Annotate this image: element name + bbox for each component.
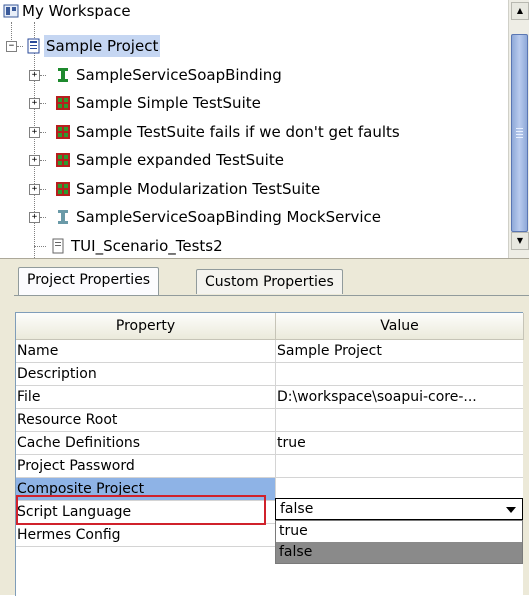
workspace-icon <box>3 4 19 18</box>
tree-item-testsuite[interactable]: + Sample TestSuite fails if we don't get… <box>0 121 500 143</box>
property-name: Composite Project <box>16 478 276 501</box>
scroll-down-button[interactable]: ▼ <box>511 232 529 250</box>
scroll-up-button[interactable]: ▲ <box>511 2 529 20</box>
property-value[interactable] <box>276 409 523 432</box>
property-name: Cache Definitions <box>16 432 276 455</box>
testsuite-icon <box>56 96 70 110</box>
tree-item-testsuite[interactable]: + Sample Modularization TestSuite <box>0 178 500 200</box>
table-row[interactable]: Resource Root <box>16 409 523 432</box>
property-value[interactable]: true <box>276 432 523 455</box>
tree-item-label: SampleServiceSoapBinding MockService <box>76 208 382 226</box>
table-row[interactable]: Name Sample Project <box>16 340 523 363</box>
tree-connector <box>40 189 46 190</box>
document-icon <box>52 238 64 254</box>
property-name: Name <box>16 340 276 363</box>
tree-connector <box>40 75 46 76</box>
table-row[interactable]: File D:\workspace\soapui-core-... <box>16 386 523 409</box>
tree-item-label: Sample Modularization TestSuite <box>76 180 321 198</box>
tree-item-mockservice[interactable]: + SampleServiceSoapBinding MockService <box>0 206 500 228</box>
tree-connector <box>40 103 46 104</box>
tree-connector <box>40 160 46 161</box>
select-dropdown-list: true false <box>275 520 523 564</box>
expand-icon[interactable]: + <box>29 155 40 166</box>
property-value[interactable] <box>276 455 523 478</box>
expand-icon[interactable]: + <box>29 212 40 223</box>
expand-icon[interactable]: + <box>29 70 40 81</box>
chevron-down-icon[interactable] <box>506 507 516 513</box>
tab-project-properties[interactable]: Project Properties <box>18 267 160 295</box>
tree-item-sample-project[interactable]: − Sample Project <box>0 35 300 57</box>
tree-item-workspace[interactable]: My Workspace <box>0 0 300 22</box>
property-name: Resource Root <box>16 409 276 432</box>
tree-item-label: Sample Project <box>44 35 161 57</box>
column-header-value[interactable]: Value <box>276 313 524 340</box>
testsuite-icon <box>56 182 70 196</box>
tree-scrollbar[interactable]: ▲ ▼ <box>508 0 529 258</box>
property-value[interactable] <box>276 363 523 386</box>
tree-item-document[interactable]: TUI_Scenario_Tests2 <box>0 235 500 257</box>
tree-item-label: My Workspace <box>22 2 131 20</box>
project-icon <box>27 38 40 54</box>
navigator-tree: My Workspace − Sample Project + SampleSe… <box>0 0 508 258</box>
property-value[interactable]: Sample Project <box>276 340 523 363</box>
expand-icon[interactable]: + <box>29 184 40 195</box>
tree-item-label: Sample Simple TestSuite <box>76 94 261 112</box>
tree-item-testsuite[interactable]: + Sample Simple TestSuite <box>0 92 500 114</box>
tab-divider <box>14 295 529 296</box>
property-name: Script Language <box>16 501 276 524</box>
collapse-icon[interactable]: − <box>6 41 17 52</box>
interface-icon <box>58 68 68 82</box>
tree-item-label: TUI_Scenario_Tests2 <box>71 237 223 255</box>
mockservice-icon <box>58 210 68 224</box>
table-row[interactable]: Project Password <box>16 455 523 478</box>
scroll-thumb[interactable] <box>511 34 528 232</box>
option-true[interactable]: true <box>276 521 522 542</box>
expand-icon[interactable]: + <box>29 127 40 138</box>
tree-item-testsuite[interactable]: + Sample expanded TestSuite <box>0 149 500 171</box>
testsuite-icon <box>56 125 70 139</box>
testsuite-icon <box>56 153 70 167</box>
option-false[interactable]: false <box>276 542 522 563</box>
property-value[interactable]: D:\workspace\soapui-core-... <box>276 386 523 409</box>
tree-connector <box>40 217 46 218</box>
tree-connector <box>34 246 46 247</box>
table-row[interactable]: Description <box>16 363 523 386</box>
grip-icon <box>516 127 523 138</box>
property-name: Description <box>16 363 276 386</box>
property-name: Project Password <box>16 455 276 478</box>
tree-item-label: Sample TestSuite fails if we don't get f… <box>76 123 400 141</box>
tree-item-interface[interactable]: + SampleServiceSoapBinding <box>0 64 500 86</box>
table-row[interactable]: Cache Definitions true <box>16 432 523 455</box>
tree-connector <box>40 132 46 133</box>
expand-icon[interactable]: + <box>29 98 40 109</box>
property-name: Hermes Config <box>16 524 276 547</box>
tree-item-label: SampleServiceSoapBinding <box>76 66 282 84</box>
column-header-property[interactable]: Property <box>16 313 276 340</box>
property-name: File <box>16 386 276 409</box>
select-value: false <box>280 501 314 517</box>
composite-project-select[interactable]: false <box>275 498 523 520</box>
tree-item-label: Sample expanded TestSuite <box>76 151 284 169</box>
tree-connector <box>17 46 23 47</box>
tab-custom-properties[interactable]: Custom Properties <box>196 269 343 294</box>
